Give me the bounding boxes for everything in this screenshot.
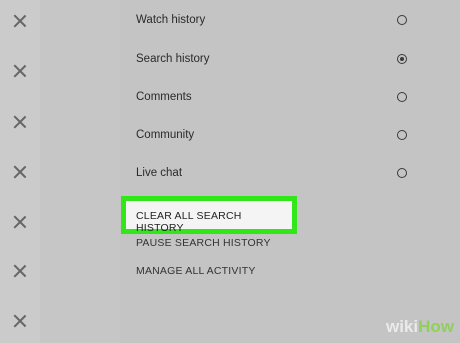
radio-community[interactable] [397,130,407,140]
background-shade [40,0,120,343]
close-icon[interactable] [13,165,27,179]
close-icon[interactable] [13,64,27,78]
clear-all-search-history-button[interactable]: CLEAR ALL SEARCH HISTORY [136,210,292,234]
radio-watch-history[interactable] [397,15,407,25]
history-type-panel: Watch history Search history Comments Co… [120,0,460,343]
option-comments-label[interactable]: Comments [136,91,192,103]
close-icon[interactable] [13,115,27,129]
option-watch-history-label[interactable]: Watch history [136,14,205,26]
close-icon[interactable] [13,264,27,278]
radio-search-history[interactable] [397,54,407,64]
option-community-label[interactable]: Community [136,129,194,141]
close-icon[interactable] [13,215,27,229]
radio-live-chat[interactable] [397,168,407,178]
option-search-history-label[interactable]: Search history [136,53,210,65]
close-icon[interactable] [13,14,27,28]
clear-all-search-history-highlight[interactable]: CLEAR ALL SEARCH HISTORY [121,196,297,234]
close-icon[interactable] [13,314,27,328]
pause-search-history-button[interactable]: PAUSE SEARCH HISTORY [136,237,271,249]
manage-all-activity-button[interactable]: MANAGE ALL ACTIVITY [136,265,256,277]
watermark-how: How [418,317,454,336]
radio-comments[interactable] [397,92,407,102]
option-live-chat-label[interactable]: Live chat [136,167,182,179]
watermark-wiki: wiki [385,317,419,336]
left-icon-column [0,0,40,343]
wikihow-watermark: wikiHow [386,317,454,337]
